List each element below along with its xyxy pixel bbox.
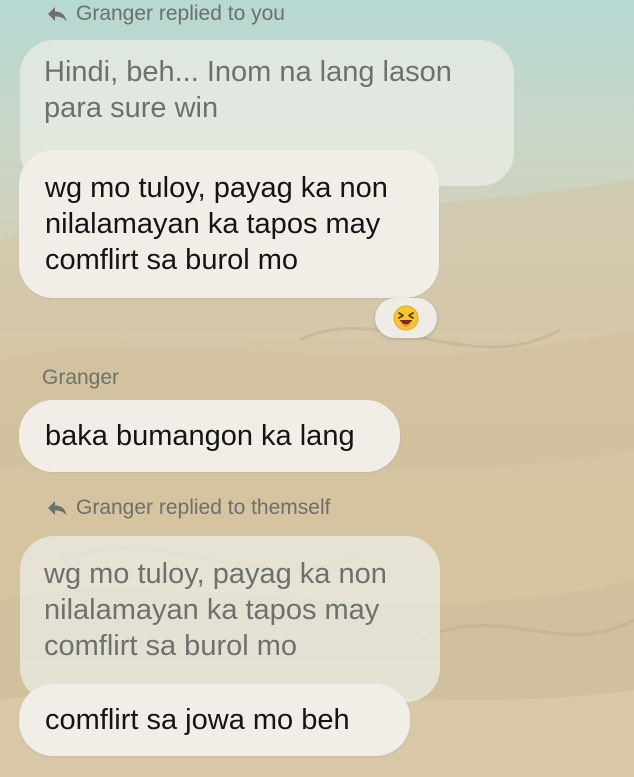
quoted-line: comflirt sa burol mo	[44, 630, 298, 662]
reply-arrow-icon	[48, 501, 67, 516]
reply-context-text: Granger replied to you	[76, 2, 285, 25]
quoted-line: wg mo tuloy, payag ka non	[44, 558, 387, 590]
message-text: baka bumangon ka lang	[45, 420, 355, 452]
reply-context: Granger replied to themself	[46, 496, 330, 520]
reply-context: Granger replied to you	[46, 2, 285, 26]
conversation: Granger replied to you Hindi, beh... Ino…	[0, 0, 634, 777]
message-bubble[interactable]: comflirt sa jowa mo beh	[19, 684, 410, 756]
reply-arrow-icon	[48, 7, 67, 22]
sender-name: Granger	[42, 366, 120, 389]
quoted-line: nilalamayan ka tapos may	[44, 594, 380, 626]
message-bubble[interactable]: wg mo tuloy, payag ka non nilalamayan ka…	[19, 150, 439, 298]
quoted-line: Hindi, beh... Inom na lang lason	[44, 56, 452, 88]
quoted-message[interactable]: wg mo tuloy, payag ka non nilalamayan ka…	[20, 536, 440, 702]
message-reaction[interactable]	[375, 298, 437, 338]
laughing-emoji-icon	[393, 305, 419, 331]
message-bubble[interactable]: baka bumangon ka lang	[19, 400, 400, 472]
message-line: nilalamayan ka tapos may	[45, 208, 381, 240]
message-text: comflirt sa jowa mo beh	[45, 704, 350, 736]
message-line: comflirt sa burol mo	[45, 244, 299, 276]
reply-context-text: Granger replied to themself	[76, 496, 331, 519]
quoted-line: para sure win	[44, 92, 219, 124]
message-line: wg mo tuloy, payag ka non	[45, 172, 388, 204]
